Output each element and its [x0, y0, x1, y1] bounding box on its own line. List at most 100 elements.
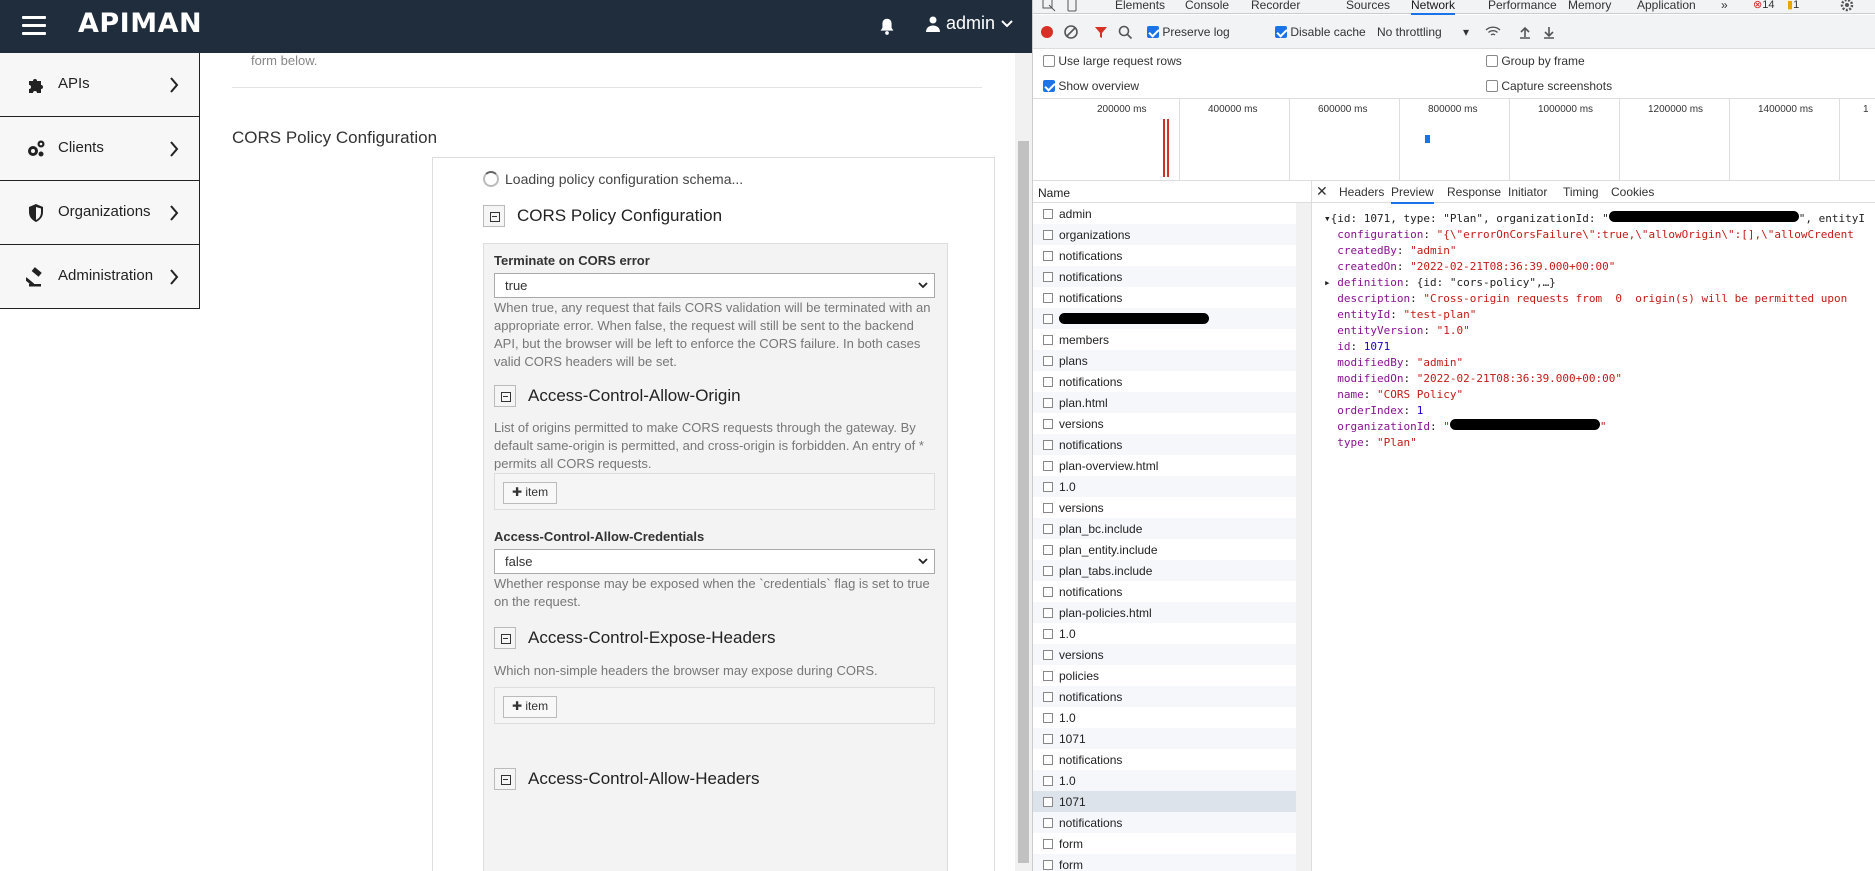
- row-checkbox[interactable]: [1043, 418, 1053, 429]
- checkbox[interactable]: [1486, 80, 1498, 92]
- tab-memory[interactable]: Memory: [1568, 0, 1611, 12]
- request-row[interactable]: plan_entity.include: [1033, 539, 1311, 560]
- warning-counter[interactable]: ▮1: [1787, 0, 1799, 11]
- json-definition[interactable]: {id: "cors-policy",…}: [1417, 276, 1556, 289]
- request-row[interactable]: organizations: [1033, 224, 1311, 245]
- row-checkbox[interactable]: [1043, 544, 1053, 555]
- expand-arrow-icon[interactable]: ▸: [1324, 276, 1331, 289]
- row-checkbox[interactable]: [1043, 208, 1053, 219]
- row-checkbox[interactable]: [1043, 292, 1053, 303]
- row-checkbox[interactable]: [1043, 649, 1053, 660]
- tab-headers[interactable]: Headers: [1339, 185, 1384, 199]
- tab-application[interactable]: Application: [1637, 0, 1696, 12]
- inspect-element-icon[interactable]: [1042, 0, 1056, 12]
- request-row[interactable]: 1.0: [1033, 476, 1311, 497]
- add-item-button[interactable]: ✚ item: [503, 696, 558, 718]
- tab-network[interactable]: Network: [1411, 0, 1456, 15]
- request-row[interactable]: 1.0: [1033, 623, 1311, 644]
- request-row[interactable]: plans: [1033, 350, 1311, 371]
- checkbox[interactable]: [1275, 26, 1287, 38]
- row-checkbox[interactable]: [1043, 523, 1053, 534]
- collapse-toggle[interactable]: [494, 385, 516, 407]
- request-row[interactable]: notifications: [1033, 686, 1311, 707]
- request-row[interactable]: versions: [1033, 413, 1311, 434]
- import-har-icon[interactable]: [1517, 24, 1533, 40]
- tab-performance[interactable]: Performance: [1488, 0, 1557, 12]
- bell-icon[interactable]: [876, 16, 898, 38]
- request-row[interactable]: members: [1033, 329, 1311, 350]
- row-checkbox[interactable]: [1043, 859, 1053, 870]
- request-row[interactable]: form: [1033, 854, 1311, 871]
- group-by-frame-checkbox[interactable]: Group by frame: [1486, 54, 1585, 68]
- add-item-button[interactable]: ✚ item: [503, 482, 558, 504]
- row-checkbox[interactable]: [1043, 313, 1053, 324]
- search-icon[interactable]: [1117, 24, 1133, 40]
- request-row[interactable]: notifications: [1033, 266, 1311, 287]
- row-checkbox[interactable]: [1043, 628, 1053, 639]
- terminate-select[interactable]: true: [494, 273, 935, 298]
- checkbox[interactable]: [1486, 55, 1498, 67]
- row-checkbox[interactable]: [1043, 460, 1053, 471]
- tab-recorder[interactable]: Recorder: [1251, 0, 1300, 12]
- record-icon[interactable]: [1039, 24, 1055, 40]
- request-row[interactable]: notifications: [1033, 434, 1311, 455]
- row-checkbox[interactable]: [1043, 376, 1053, 387]
- row-checkbox[interactable]: [1043, 775, 1053, 786]
- tab-preview[interactable]: Preview: [1391, 185, 1434, 204]
- request-row[interactable]: admin: [1033, 203, 1311, 224]
- user-menu[interactable]: admin: [926, 13, 1013, 34]
- request-row[interactable]: policies: [1033, 665, 1311, 686]
- collapse-toggle[interactable]: [494, 627, 516, 649]
- collapse-toggle[interactable]: [483, 205, 505, 227]
- request-row[interactable]: 1.0: [1033, 770, 1311, 791]
- row-checkbox[interactable]: [1043, 796, 1053, 807]
- sidebar-item-organizations[interactable]: Organizations: [0, 181, 200, 245]
- tab-cookies[interactable]: Cookies: [1611, 185, 1654, 199]
- request-row[interactable]: 1.0: [1033, 707, 1311, 728]
- show-overview-checkbox[interactable]: Show overview: [1043, 79, 1139, 93]
- tab-timing[interactable]: Timing: [1563, 185, 1599, 199]
- row-checkbox[interactable]: [1043, 754, 1053, 765]
- request-list-scrollbar[interactable]: [1296, 203, 1311, 871]
- request-row[interactable]: plan-policies.html: [1033, 602, 1311, 623]
- disable-cache-checkbox[interactable]: Disable cache: [1275, 25, 1366, 39]
- request-row[interactable]: [1033, 308, 1311, 329]
- sidebar-item-clients[interactable]: Clients: [0, 117, 200, 181]
- tab-response[interactable]: Response: [1447, 185, 1501, 199]
- capture-screenshots-checkbox[interactable]: Capture screenshots: [1486, 79, 1612, 93]
- row-checkbox[interactable]: [1043, 817, 1053, 828]
- close-icon[interactable]: ✕: [1316, 183, 1328, 200]
- row-checkbox[interactable]: [1043, 733, 1053, 744]
- request-row[interactable]: notifications: [1033, 245, 1311, 266]
- row-checkbox[interactable]: [1043, 250, 1053, 261]
- large-rows-checkbox[interactable]: Use large request rows: [1043, 54, 1182, 68]
- row-checkbox[interactable]: [1043, 502, 1053, 513]
- request-row[interactable]: 1071: [1033, 791, 1311, 812]
- sidebar-item-apis[interactable]: APIs: [0, 53, 200, 117]
- name-column-header[interactable]: Name: [1033, 181, 1311, 203]
- throttling-select[interactable]: No throttling ▾: [1377, 25, 1469, 39]
- request-row[interactable]: plan_tabs.include: [1033, 560, 1311, 581]
- tab-sources[interactable]: Sources: [1346, 0, 1390, 12]
- request-row[interactable]: versions: [1033, 497, 1311, 518]
- row-checkbox[interactable]: [1043, 607, 1053, 618]
- request-row[interactable]: notifications: [1033, 287, 1311, 308]
- row-checkbox[interactable]: [1043, 355, 1053, 366]
- checkbox[interactable]: [1147, 26, 1159, 38]
- scrollbar-thumb[interactable]: [1018, 141, 1029, 863]
- collapse-toggle[interactable]: [494, 768, 516, 790]
- row-checkbox[interactable]: [1043, 838, 1053, 849]
- network-conditions-icon[interactable]: [1485, 24, 1501, 40]
- settings-gear-icon[interactable]: [1840, 0, 1854, 12]
- checkbox[interactable]: [1043, 55, 1055, 67]
- row-checkbox[interactable]: [1043, 565, 1053, 576]
- row-checkbox[interactable]: [1043, 712, 1053, 723]
- request-row[interactable]: plan-overview.html: [1033, 455, 1311, 476]
- request-row[interactable]: plan_bc.include: [1033, 518, 1311, 539]
- row-checkbox[interactable]: [1043, 439, 1053, 450]
- network-overview[interactable]: 200000 ms 400000 ms 600000 ms 800000 ms …: [1033, 99, 1875, 181]
- device-toolbar-icon[interactable]: [1065, 0, 1079, 12]
- error-counter[interactable]: ⊗14: [1753, 0, 1774, 11]
- row-checkbox[interactable]: [1043, 481, 1053, 492]
- row-checkbox[interactable]: [1043, 271, 1053, 282]
